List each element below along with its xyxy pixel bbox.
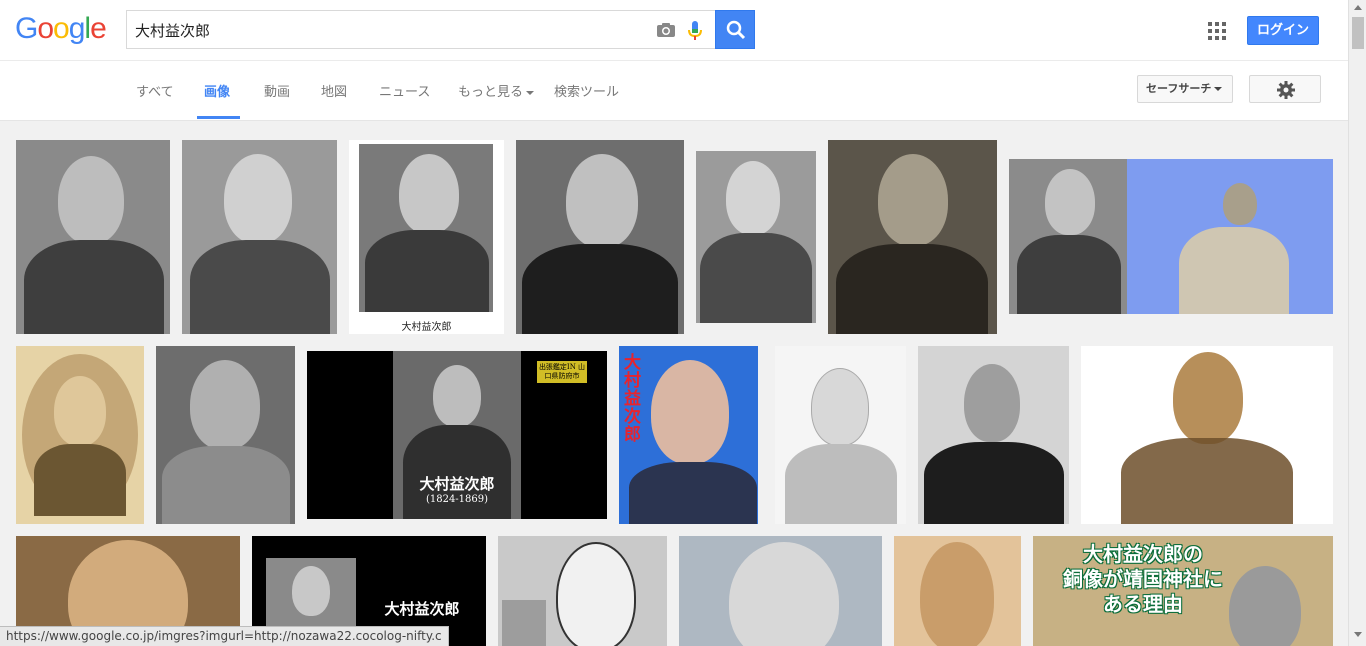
image-result[interactable]: [182, 140, 337, 334]
image-result[interactable]: [516, 140, 684, 334]
chevron-down-icon: [526, 90, 535, 95]
image-result[interactable]: [775, 346, 906, 524]
scrollbar[interactable]: [1348, 0, 1366, 646]
image-result[interactable]: [1009, 159, 1333, 314]
image-caption: (1824-1869): [425, 494, 489, 505]
image-result[interactable]: 出張鑑定IN 山口県防府市 大村益次郎 (1824-1869): [307, 351, 607, 519]
image-result[interactable]: [156, 346, 295, 524]
image-result[interactable]: 大村益次郎の 銅像が靖国神社に ある理由: [1033, 536, 1333, 646]
image-result[interactable]: [16, 140, 170, 334]
microphone-icon[interactable]: [687, 20, 703, 42]
tab-news[interactable]: ニュース: [379, 81, 430, 100]
search-icon: [726, 20, 746, 40]
tab-images[interactable]: 画像: [204, 81, 230, 100]
login-button[interactable]: ログイン: [1247, 16, 1319, 45]
image-caption: 大村益次郎の 銅像が靖国神社に ある理由: [1033, 542, 1253, 617]
google-logo[interactable]: Google: [15, 12, 107, 46]
image-caption: 大村益次郎: [419, 475, 495, 493]
image-result[interactable]: [828, 140, 997, 334]
tab-videos[interactable]: 動画: [264, 81, 290, 100]
search-tabs-bar: すべて 画像 動画 地図 ニュース もっと見る 検索ツール セーフサーチ: [0, 61, 1348, 121]
image-caption: 出張鑑定IN 山口県防府市: [538, 363, 586, 380]
status-bar-url: https://www.google.co.jp/imgres?imgurl=h…: [0, 626, 449, 646]
apps-grid-icon[interactable]: [1208, 22, 1226, 40]
image-caption-line: 銅像が靖国神社に: [1063, 567, 1223, 591]
scroll-up-arrow-icon[interactable]: [1354, 5, 1362, 10]
tab-more-label: もっと見る: [458, 85, 524, 100]
image-result[interactable]: [918, 346, 1069, 524]
chevron-down-icon: [1214, 87, 1223, 91]
active-tab-indicator: [197, 116, 240, 119]
image-caption: 大村益次郎: [624, 353, 641, 445]
top-bar: Google ログイン: [0, 0, 1348, 61]
image-result[interactable]: [1081, 346, 1333, 524]
tab-maps[interactable]: 地図: [321, 81, 347, 100]
image-result[interactable]: [894, 536, 1021, 646]
image-result[interactable]: [696, 151, 816, 323]
logo-letter: o: [53, 12, 70, 45]
tab-all[interactable]: すべて: [136, 81, 174, 100]
safesearch-label: セーフサーチ: [1146, 82, 1212, 95]
scroll-down-arrow-icon[interactable]: [1354, 632, 1362, 637]
image-result[interactable]: 大村益次郎: [349, 140, 504, 334]
settings-button[interactable]: [1249, 75, 1321, 103]
gear-icon: [1277, 81, 1295, 99]
image-caption-line: 大村益次郎の: [1083, 542, 1203, 566]
tab-more[interactable]: もっと見る: [458, 81, 535, 100]
camera-icon[interactable]: [656, 22, 676, 38]
search-button[interactable]: [715, 10, 755, 49]
scroll-thumb[interactable]: [1352, 17, 1364, 49]
image-result[interactable]: [679, 536, 882, 646]
logo-letter: e: [90, 12, 107, 45]
image-result[interactable]: [498, 536, 667, 646]
image-result[interactable]: 大村益次郎: [619, 346, 758, 524]
tab-search-tools[interactable]: 検索ツール: [554, 81, 619, 100]
image-caption: 大村益次郎: [384, 600, 460, 618]
logo-letter: G: [15, 12, 38, 45]
search-box[interactable]: [126, 10, 715, 49]
image-caption: 大村益次郎: [401, 322, 452, 333]
logo-letter: g: [68, 12, 86, 45]
logo-letter: o: [37, 12, 54, 45]
image-result[interactable]: [16, 346, 144, 524]
image-caption-line: ある理由: [1103, 592, 1183, 616]
safesearch-dropdown[interactable]: セーフサーチ: [1137, 75, 1233, 103]
search-input[interactable]: [135, 17, 635, 43]
